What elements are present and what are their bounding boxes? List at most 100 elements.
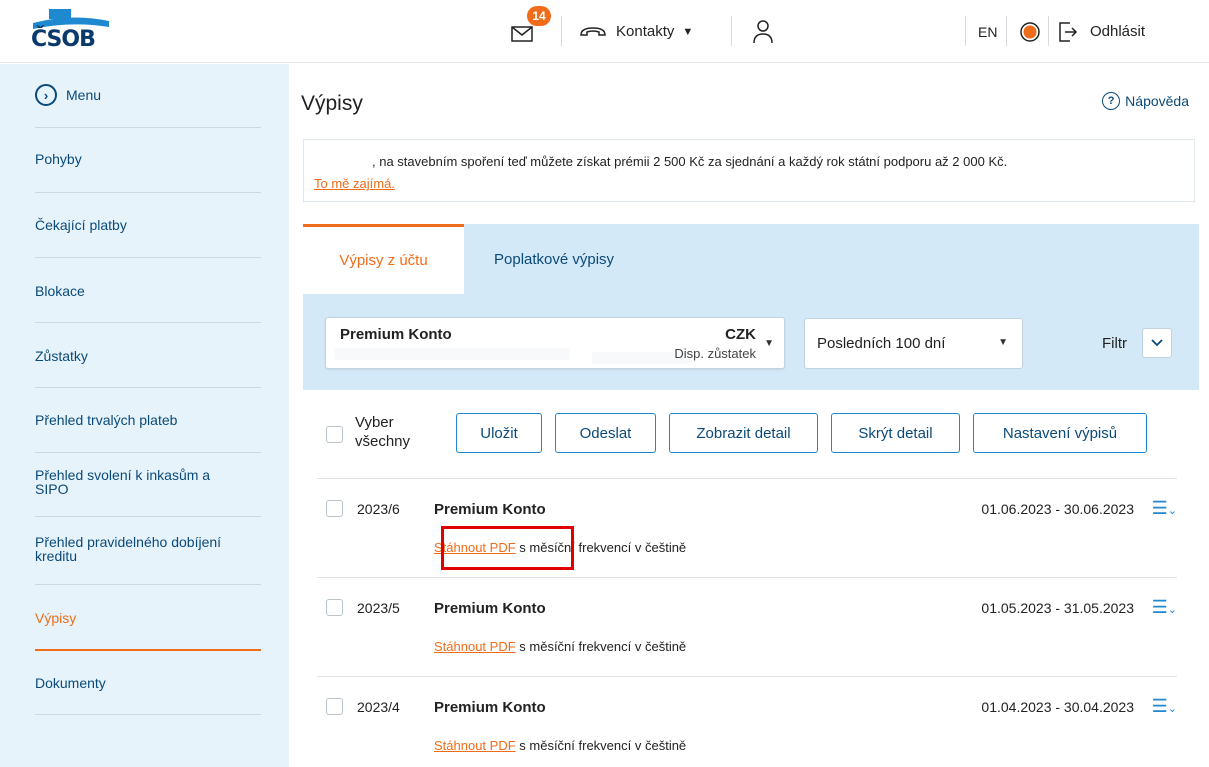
help-label: Nápověda [1125, 93, 1189, 109]
sidebar-item-label: Výpisy [35, 610, 77, 626]
row-checkbox[interactable] [326, 599, 343, 616]
csob-logo[interactable]: ČSOB [31, 7, 111, 53]
statement-title: Premium Konto [434, 699, 546, 716]
statement-download: Stáhnout PDF s měsíční frekvencí v češti… [434, 738, 686, 753]
statement-row: 2023/5 Premium Konto 01.05.2023 - 31.05.… [317, 577, 1177, 676]
page-title: Výpisy [301, 92, 363, 115]
sidebar-item-label: Přehled pravidelného dobíjení kreditu [35, 534, 222, 564]
phone-icon [580, 26, 606, 36]
statement-row: 2023/6 Premium Konto 01.06.2023 - 30.06.… [317, 478, 1177, 577]
statements-panel: Výpisy z účtu Poplatkové výpisy Premium … [303, 224, 1199, 767]
messages-count-badge: 14 [527, 6, 551, 26]
download-description: s měsíční frekvencí v češtině [515, 738, 687, 753]
statement-title: Premium Konto [434, 600, 546, 617]
language-switch[interactable]: EN [978, 0, 997, 63]
statement-settings-button[interactable]: Nastavení výpisů [973, 413, 1147, 453]
header-divider [1006, 16, 1007, 46]
select-all-checkbox[interactable] [326, 426, 343, 443]
save-button[interactable]: Uložit [456, 413, 542, 453]
show-detail-button[interactable]: Zobrazit detail [669, 413, 818, 453]
sidebar-item-label: Přehled svolení k inkasům a SIPO [35, 467, 211, 497]
promo-banner: , na stavebním spoření teď můžete získat… [303, 139, 1195, 202]
header-divider [1048, 16, 1049, 46]
send-button[interactable]: Odeslat [555, 413, 656, 453]
sidebar: › Menu Pohyby Čekající platby Blokace Zů… [0, 64, 289, 767]
top-header: ČSOB 14 Kontakty ▼ EN Odhlásit [0, 0, 1209, 63]
chevron-down-icon: ▼ [998, 337, 1008, 348]
sidebar-item-label: Pohyby [35, 151, 82, 167]
user-profile-button[interactable] [752, 0, 774, 63]
row-menu-icon[interactable]: ☰⌄ [1152, 498, 1177, 519]
help-link[interactable]: ? Nápověda [1102, 92, 1189, 110]
chevron-down-icon: ▼ [682, 25, 694, 38]
statement-period: 2023/5 [357, 600, 400, 616]
account-select[interactable]: Premium Konto CZK Disp. zůstatek ▼ [325, 317, 785, 369]
contacts-dropdown[interactable]: Kontakty ▼ [578, 0, 693, 63]
sidebar-menu-label: Menu [66, 87, 102, 103]
download-description: s měsíční frekvencí v češtině [515, 639, 687, 654]
account-balance-label: Disp. zůstatek [674, 346, 756, 361]
filter-toggle-button[interactable] [1142, 328, 1172, 358]
sidebar-item-label: Přehled trvalých plateb [35, 412, 178, 428]
logout-label: Odhlásit [1090, 23, 1146, 40]
question-icon: ? [1102, 92, 1121, 110]
sidebar-menu-toggle[interactable]: › Menu [35, 64, 261, 128]
user-icon [753, 19, 773, 43]
action-bar: Vyber všechny Uložit Odeslat Zobrazit de… [303, 390, 1199, 478]
statement-download: Stáhnout PDF s měsíční frekvencí v češti… [434, 639, 686, 654]
highlight-box [441, 526, 574, 570]
account-name: Premium Konto [340, 326, 452, 343]
contacts-label: Kontakty [616, 23, 675, 40]
sidebar-item-inkasa-sipo[interactable]: Přehled svolení k inkasům a SIPO [35, 453, 261, 517]
filter-bar: Premium Konto CZK Disp. zůstatek ▼ Posle… [303, 294, 1199, 390]
sidebar-item-trvale-platby[interactable]: Přehled trvalých plateb [35, 388, 261, 453]
account-currency: CZK [725, 326, 756, 343]
row-checkbox[interactable] [326, 500, 343, 517]
sidebar-item-label: Čekající platby [35, 217, 127, 233]
row-menu-icon[interactable]: ☰⌄ [1152, 696, 1177, 717]
promo-text: , na stavebním spoření teď můžete získat… [372, 154, 1008, 169]
statement-period: 2023/4 [357, 699, 400, 715]
logout-button[interactable]: Odhlásit [1058, 0, 1145, 63]
sidebar-item-label: Zůstatky [35, 348, 88, 364]
sidebar-item-zustatky[interactable]: Zůstatky [35, 323, 261, 388]
sidebar-item-cekajici-platby[interactable]: Čekající platby [35, 193, 261, 258]
download-pdf-link[interactable]: Stáhnout PDF [434, 738, 516, 753]
chevron-down-icon [1151, 339, 1163, 347]
statement-title: Premium Konto [434, 501, 546, 518]
download-pdf-link[interactable]: Stáhnout PDF [434, 639, 516, 654]
statement-dates: 01.05.2023 - 31.05.2023 [981, 600, 1134, 616]
tab-bar: Výpisy z účtu Poplatkové výpisy [303, 224, 1199, 294]
row-menu-icon[interactable]: ☰⌄ [1152, 597, 1177, 618]
statement-period: 2023/6 [357, 501, 400, 517]
sidebar-item-label: Blokace [35, 283, 85, 299]
filter-label: Filtr [1102, 335, 1127, 352]
row-checkbox[interactable] [326, 698, 343, 715]
sidebar-item-blokace[interactable]: Blokace [35, 258, 261, 323]
header-divider [731, 16, 732, 46]
statement-dates: 01.04.2023 - 30.04.2023 [981, 699, 1134, 715]
sidebar-item-dokumenty[interactable]: Dokumenty [35, 651, 261, 715]
promo-link[interactable]: To mě zajímá. [314, 176, 395, 191]
period-select[interactable]: Posledních 100 dní ▼ [804, 318, 1023, 369]
hide-detail-button[interactable]: Skrýt detail [831, 413, 960, 453]
sidebar-item-pohyby[interactable]: Pohyby [35, 128, 261, 193]
theme-toggle[interactable] [1020, 0, 1040, 63]
sidebar-item-dobijeni-kreditu[interactable]: Přehled pravidelného dobíjení kreditu [35, 517, 261, 585]
header-divider [561, 16, 562, 46]
sidebar-item-vypisy[interactable]: Výpisy [35, 585, 261, 651]
tab-account-statements[interactable]: Výpisy z účtu [303, 224, 464, 294]
statement-dates: 01.06.2023 - 30.06.2023 [981, 501, 1134, 517]
redacted-account-number [334, 348, 570, 360]
sidebar-item-label: Dokumenty [35, 675, 106, 691]
tab-fee-statements[interactable]: Poplatkové výpisy [494, 224, 614, 294]
main-content: Výpisy ? Nápověda , na stavebním spoření… [289, 64, 1209, 767]
logout-icon [1059, 21, 1078, 42]
status-dot-icon [1020, 21, 1040, 42]
header-divider [965, 16, 966, 46]
period-value: Posledních 100 dní [817, 335, 946, 352]
select-all-label: Vyber všechny [355, 414, 411, 450]
logo-text: ČSOB [31, 27, 96, 52]
statement-row: 2023/4 Premium Konto 01.04.2023 - 30.04.… [317, 676, 1177, 767]
chevron-right-icon: › [35, 84, 57, 106]
